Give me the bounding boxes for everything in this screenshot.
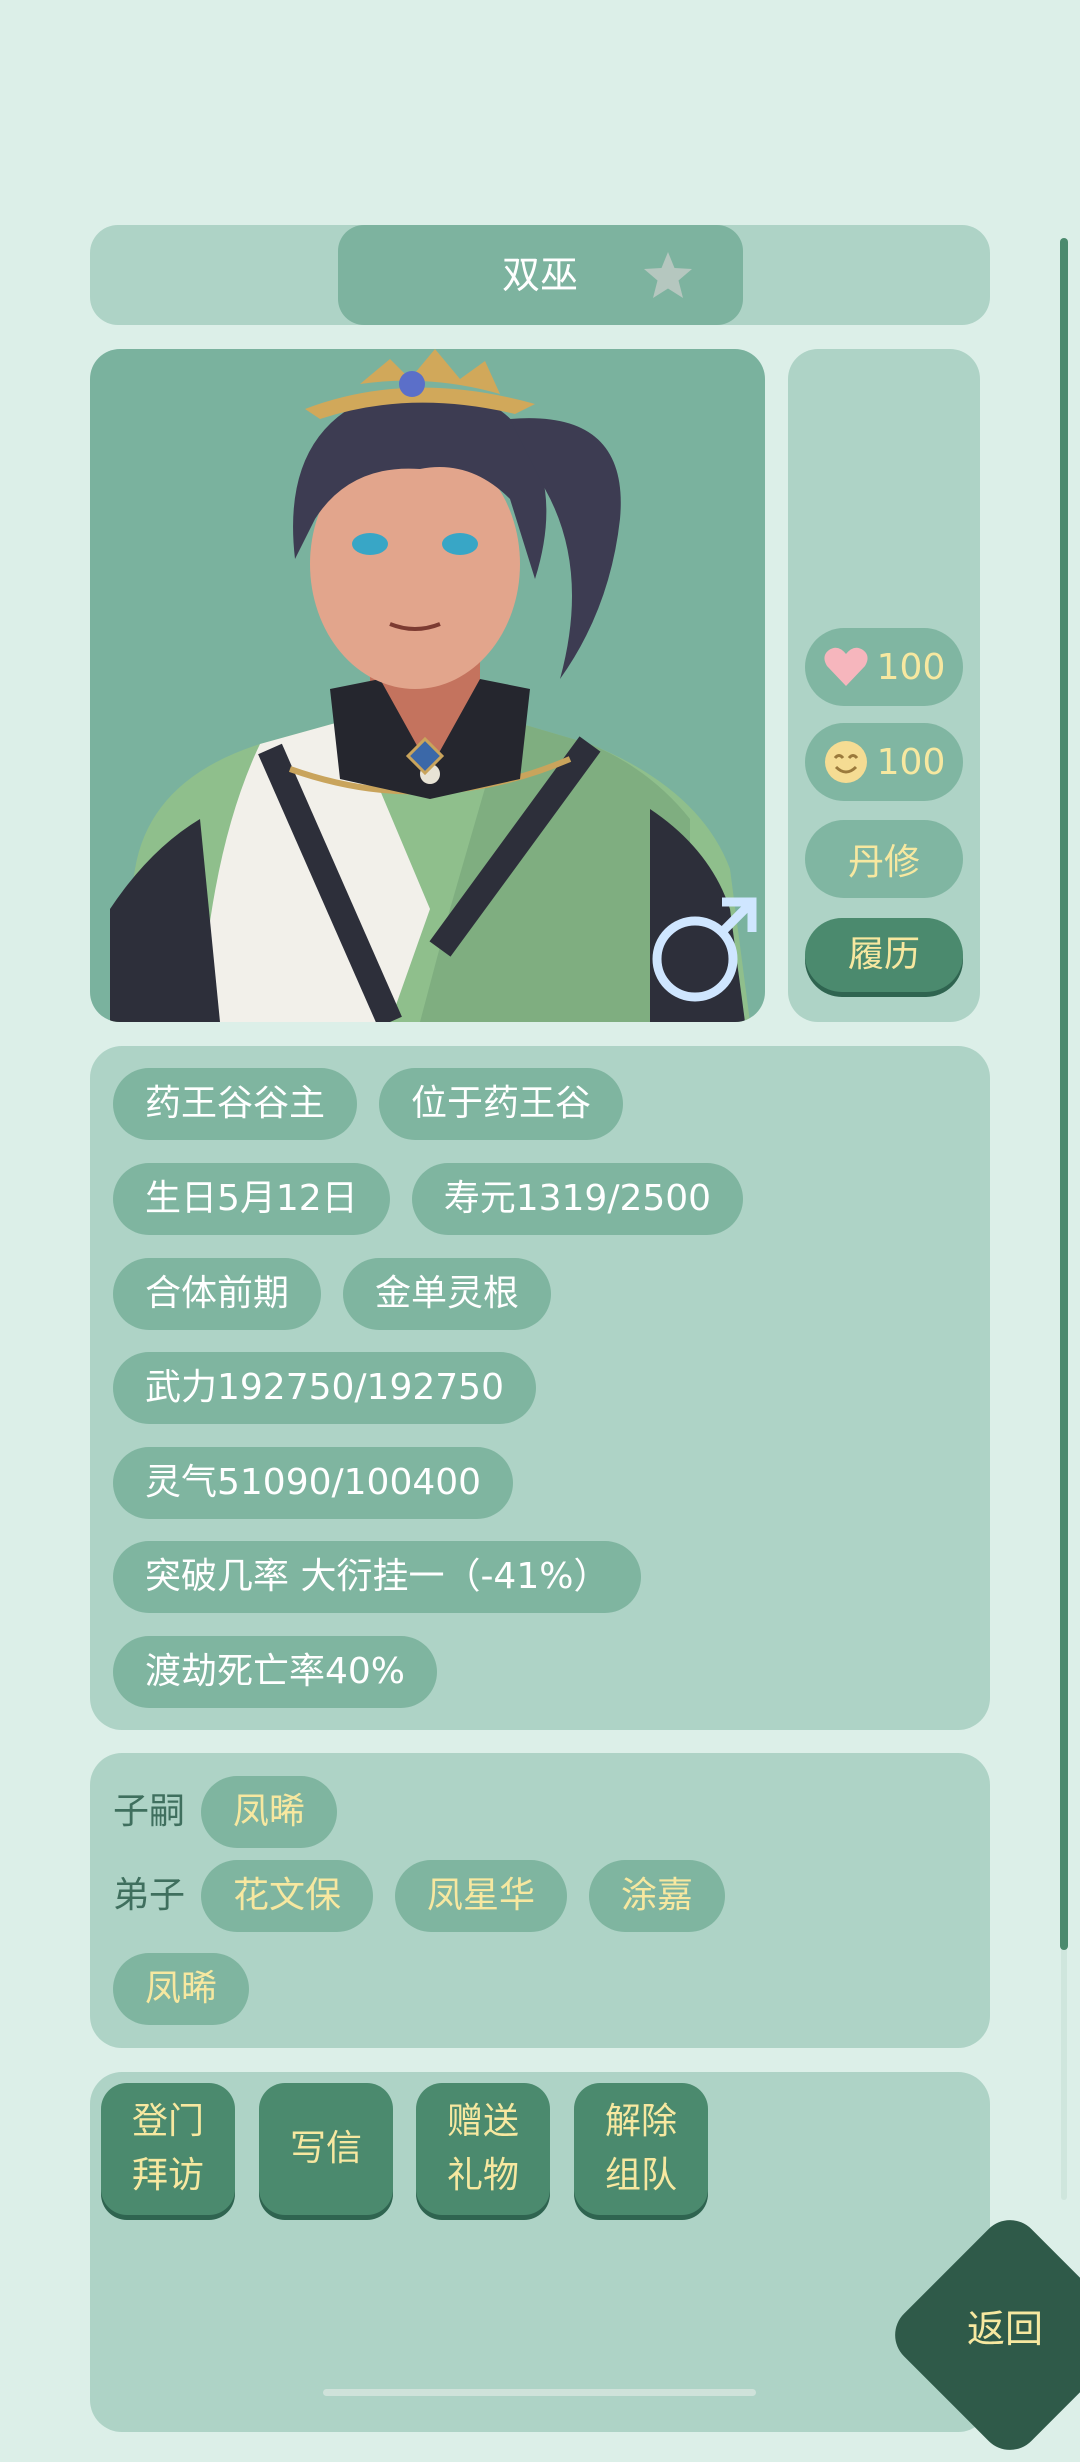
breakthrough-tag: 突破几率 大衍挂一（-41%）	[113, 1541, 642, 1613]
child-link[interactable]: 凤晞	[201, 1776, 338, 1848]
info-row-1: 药王谷谷主 位于药王谷	[113, 1068, 645, 1140]
birthday-tag: 生日5月12日	[113, 1163, 390, 1235]
disciples-label: 弟子	[113, 1875, 186, 1916]
location-tag: 位于药王谷	[379, 1068, 624, 1140]
scrollbar-thumb[interactable]	[1060, 238, 1068, 1950]
write-letter-button[interactable]: 写信	[259, 2083, 393, 2215]
disband-team-button[interactable]: 解除 组队	[574, 2083, 708, 2215]
info-row-2: 生日5月12日 寿元1319/2500	[113, 1163, 765, 1235]
back-label: 返回	[966, 2307, 1043, 2351]
info-row-5: 灵气51090/100400	[113, 1447, 535, 1519]
disciples-list-wrap: 凤晞	[113, 1953, 271, 2025]
title-tag: 药王谷谷主	[113, 1068, 358, 1140]
visit-button[interactable]: 登门 拜访	[101, 2083, 235, 2215]
portrait-frame	[90, 349, 765, 1022]
star-icon[interactable]	[640, 248, 696, 304]
disciple-link[interactable]: 花文保	[201, 1860, 374, 1932]
disciple-link[interactable]: 凤星华	[395, 1860, 568, 1932]
info-row-7: 渡劫死亡率40%	[113, 1636, 459, 1708]
gift-button[interactable]: 赠送 礼物	[416, 2083, 550, 2215]
gift-label-1: 赠送	[446, 2101, 519, 2142]
mood-stat: 100	[805, 723, 963, 801]
heart-icon	[824, 647, 868, 686]
lifespan-tag: 寿元1319/2500	[411, 1163, 744, 1235]
disciple-link[interactable]: 涂嘉	[589, 1860, 726, 1932]
favor-stat: 100	[805, 628, 963, 706]
character-name: 双巫	[501, 253, 578, 297]
disband-label-1: 解除	[604, 2101, 677, 2142]
character-portrait	[110, 349, 757, 1022]
back-button[interactable]: 返回	[882, 2207, 1080, 2462]
favor-value: 100	[876, 646, 946, 688]
disband-label-2: 组队	[604, 2155, 677, 2196]
power-tag: 武力192750/192750	[113, 1352, 536, 1424]
info-row-4: 武力192750/192750	[113, 1352, 558, 1424]
children-list: 凤晞	[201, 1776, 359, 1848]
resume-button[interactable]: 履历	[805, 918, 963, 992]
info-row-3: 合体前期 金单灵根	[113, 1258, 573, 1330]
children-label: 子嗣	[113, 1791, 186, 1832]
spirit-energy-tag: 灵气51090/100400	[113, 1447, 514, 1519]
disciple-link[interactable]: 凤晞	[113, 1953, 250, 2025]
info-row-6: 突破几率 大衍挂一（-41%）	[113, 1541, 663, 1613]
profession-badge: 丹修	[805, 820, 963, 898]
home-indicator[interactable]	[323, 2389, 756, 2396]
mood-value: 100	[876, 741, 946, 783]
gift-label-2: 礼物	[446, 2155, 519, 2196]
visit-label-2: 拜访	[131, 2155, 204, 2196]
tribulation-tag: 渡劫死亡率40%	[113, 1636, 438, 1708]
smile-face-icon	[824, 741, 867, 783]
realm-tag: 合体前期	[113, 1258, 322, 1330]
visit-label-1: 登门	[131, 2101, 204, 2142]
spirit-root-tag: 金单灵根	[343, 1258, 552, 1330]
disciples-list: 花文保 凤星华 涂嘉	[201, 1860, 747, 1932]
